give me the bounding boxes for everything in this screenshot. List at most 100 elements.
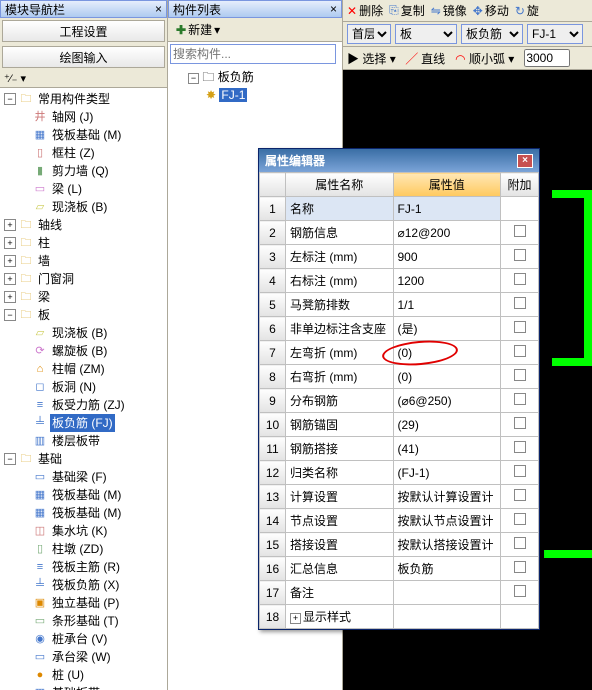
category-select[interactable]: 板 [395,24,457,44]
tree-found-beam[interactable]: 基础梁 (F) [50,468,109,486]
twisty-icon[interactable]: + [4,291,16,303]
component-list-close-icon[interactable]: × [330,2,337,16]
subcategory-select[interactable]: 板负筋 [461,24,523,44]
instance-select[interactable]: FJ-1 [527,24,583,44]
tree-axis-grid[interactable]: 轴网 (J) [50,108,95,126]
line-tool[interactable]: ╱ 直线 [406,50,445,67]
tree-raft2[interactable]: 筏板基础 (M) [50,504,123,522]
tree-foundation-group[interactable]: 基础 [36,450,64,468]
tree-iso-found[interactable]: 独立基础 (P) [50,594,121,612]
attach-checkbox[interactable] [514,345,526,357]
tree-shear-wall[interactable]: 剪力墙 (Q) [50,162,111,180]
attach-checkbox[interactable] [514,225,526,237]
tree-slab-hole[interactable]: 板洞 (N) [50,378,98,396]
tree-capbeam[interactable]: 承台梁 (W) [50,648,113,666]
tree-common[interactable]: 常用构件类型 [36,90,112,108]
tree-slab-neg-rebar[interactable]: 板负筋 (FJ) [50,414,115,432]
attach-checkbox[interactable] [514,513,526,525]
tree-raft1[interactable]: 筏板基础 (M) [50,486,123,504]
property-editor-titlebar[interactable]: 属性编辑器 × [259,149,539,172]
prop-value-cell[interactable]: (⌀6@250) [393,389,501,413]
delete-button[interactable]: ✕删除 [347,2,383,19]
prop-value-cell[interactable]: 1200 [393,269,501,293]
prop-value-cell[interactable]: (0) [393,365,501,389]
tree-column-cap[interactable]: 柱帽 (ZM) [50,360,107,378]
move-button[interactable]: ✥移动 [473,2,509,19]
arc-tool[interactable]: ◠ 顺小弧 ▾ [455,50,514,67]
prop-value-cell[interactable]: (41) [393,437,501,461]
attach-checkbox[interactable] [514,393,526,405]
nav-close-icon[interactable]: × [155,2,162,16]
select-tool[interactable]: ▶ 选择 ▾ [347,50,396,67]
property-close-button[interactable]: × [517,154,533,168]
attach-checkbox[interactable] [514,249,526,261]
prop-value-cell[interactable]: 900 [393,245,501,269]
attach-checkbox[interactable] [514,561,526,573]
tree-raft-main[interactable]: 筏板主筋 (R) [50,558,122,576]
prop-value-cell[interactable]: 按默认节点设置计 [393,509,501,533]
search-component-input[interactable] [170,44,336,64]
floor-select[interactable]: 首层 [347,24,391,44]
tree-slab[interactable]: 现浇板 (B) [50,198,109,216]
tree-sump[interactable]: 集水坑 (K) [50,522,109,540]
tree-frame-col[interactable]: 框柱 (Z) [50,144,97,162]
tree-beam-group[interactable]: 梁 [36,288,52,306]
tree-pilecap[interactable]: 桩承台 (V) [50,630,109,648]
attach-checkbox[interactable] [514,585,526,597]
expand-icon[interactable]: + [290,613,301,624]
twisty-icon[interactable]: − [188,73,199,84]
prop-value-cell[interactable] [393,605,501,629]
mirror-button[interactable]: ⇋镜像 [431,2,467,19]
attach-checkbox[interactable] [514,441,526,453]
prop-value-cell[interactable] [393,581,501,605]
prop-value-cell[interactable]: (29) [393,413,501,437]
twisty-icon[interactable]: + [4,255,16,267]
tree-cast-slab[interactable]: 现浇板 (B) [50,324,109,342]
tree-col-pier[interactable]: 柱墩 (ZD) [50,540,105,558]
prop-value-cell[interactable]: 1/1 [393,293,501,317]
tree-column-group[interactable]: 柱 [36,234,52,252]
attach-checkbox[interactable] [514,321,526,333]
prop-value-cell[interactable]: (FJ-1) [393,461,501,485]
rotate-button[interactable]: ↻旋 [515,2,539,19]
prop-value-cell[interactable]: (是) [393,317,501,341]
tree-axis-group[interactable]: 轴线 [36,216,64,234]
twisty-icon[interactable]: − [4,93,16,105]
prop-value-cell[interactable]: 板负筋 [393,557,501,581]
attach-checkbox[interactable] [514,417,526,429]
tree-floor-strip[interactable]: 楼层板带 [50,432,102,450]
tree-pile[interactable]: 桩 (U) [50,666,86,684]
tree-opening-group[interactable]: 门窗洞 [36,270,76,288]
project-settings-button[interactable]: 工程设置 [2,20,165,42]
component-category[interactable]: 板负筋 [218,70,254,84]
attach-checkbox[interactable] [514,465,526,477]
tree-spiral-slab[interactable]: 螺旋板 (B) [50,342,109,360]
prop-value-cell[interactable]: (0) [393,341,501,365]
prop-value-cell[interactable]: 按默认计算设置计 [393,485,501,509]
drawing-input-button[interactable]: 绘图输入 [2,46,165,68]
twisty-icon[interactable]: + [4,237,16,249]
tree-beam[interactable]: 梁 (L) [50,180,84,198]
attach-checkbox[interactable] [514,273,526,285]
attach-checkbox[interactable] [514,369,526,381]
length-input[interactable] [524,49,570,67]
twisty-icon[interactable]: − [4,453,16,465]
copy-button[interactable]: ⎘复制 [389,2,425,19]
prop-value-cell[interactable]: 按默认搭接设置计 [393,533,501,557]
attach-checkbox[interactable] [514,489,526,501]
tree-found-strip[interactable]: 基础板带 [50,684,102,690]
prop-value-cell[interactable]: ⌀12@200 [393,221,501,245]
tree-wall-group[interactable]: 墙 [36,252,52,270]
twisty-icon[interactable]: + [4,219,16,231]
attach-checkbox[interactable] [514,537,526,549]
twisty-icon[interactable]: − [4,309,16,321]
tree-strip-found[interactable]: 条形基础 (T) [50,612,121,630]
tree-raft-neg[interactable]: 筏板负筋 (X) [50,576,121,594]
prop-value-cell[interactable]: FJ-1 [393,197,501,221]
twisty-icon[interactable]: + [4,273,16,285]
expand-collapse-toggle[interactable]: ⁺⁄₋ ▾ [0,70,167,88]
new-component-button[interactable]: ✚新建 ▾ [172,20,224,39]
tree-raft-found[interactable]: 筏板基础 (M) [50,126,123,144]
attach-checkbox[interactable] [514,297,526,309]
tree-slab-group[interactable]: 板 [36,306,52,324]
